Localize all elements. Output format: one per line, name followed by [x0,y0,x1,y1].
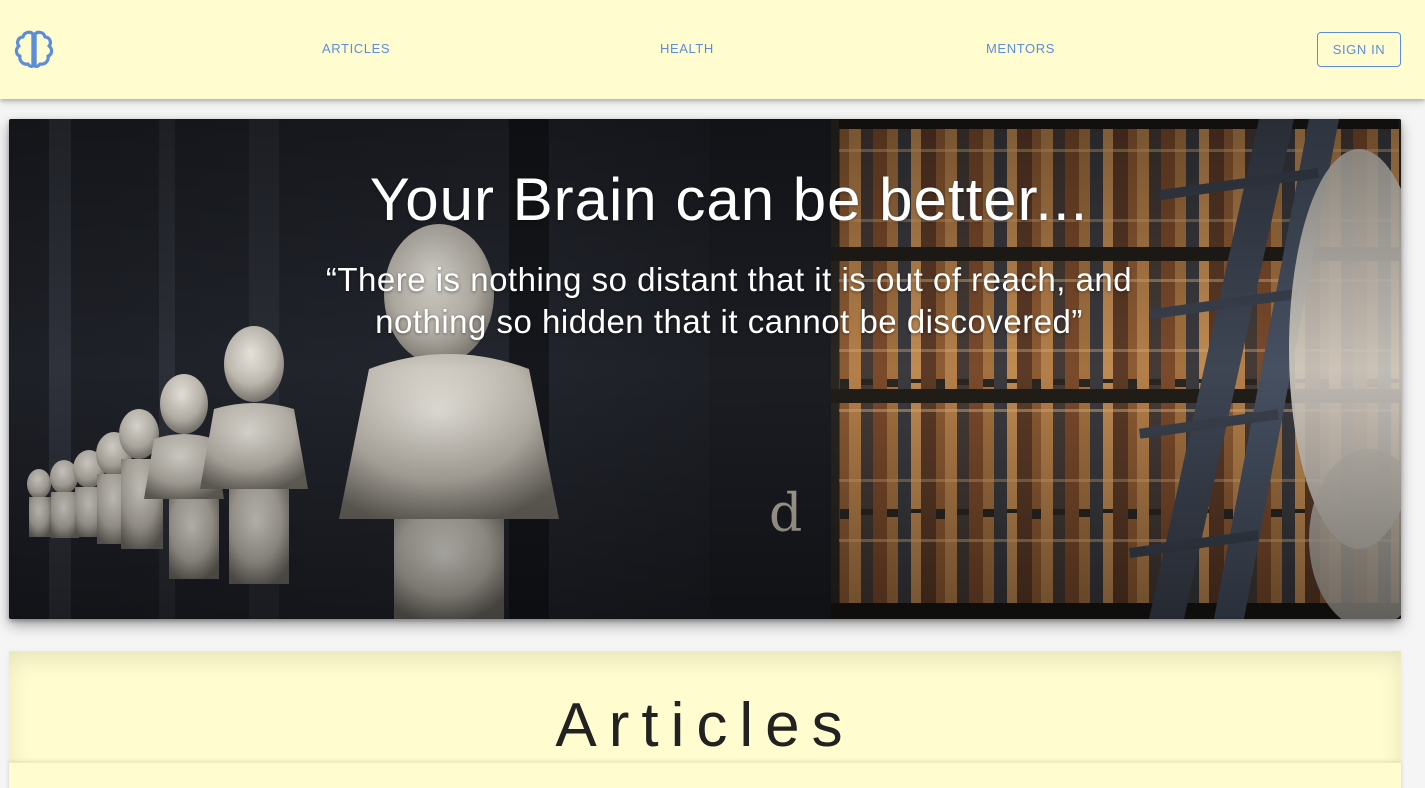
brain-icon[interactable] [12,28,56,72]
hero-title: Your Brain can be better... [369,166,1089,233]
hero-quote: “There is nothing so distant that it is … [325,261,1133,340]
article-card[interactable] [9,762,1401,788]
articles-heading: Articles [555,691,855,760]
nav-articles[interactable]: ARTICLES [322,34,390,64]
nav-health[interactable]: HEALTH [660,34,714,64]
sign-in-button[interactable]: SIGN IN [1317,32,1401,67]
hero-banner: d Your [9,119,1401,619]
page: ARTICLES HEALTH MENTORS SIGN IN Your Bra… [0,0,1425,788]
nav-mentors[interactable]: MENTORS [986,34,1055,64]
top-app-bar: ARTICLES HEALTH MENTORS SIGN IN [0,0,1425,99]
